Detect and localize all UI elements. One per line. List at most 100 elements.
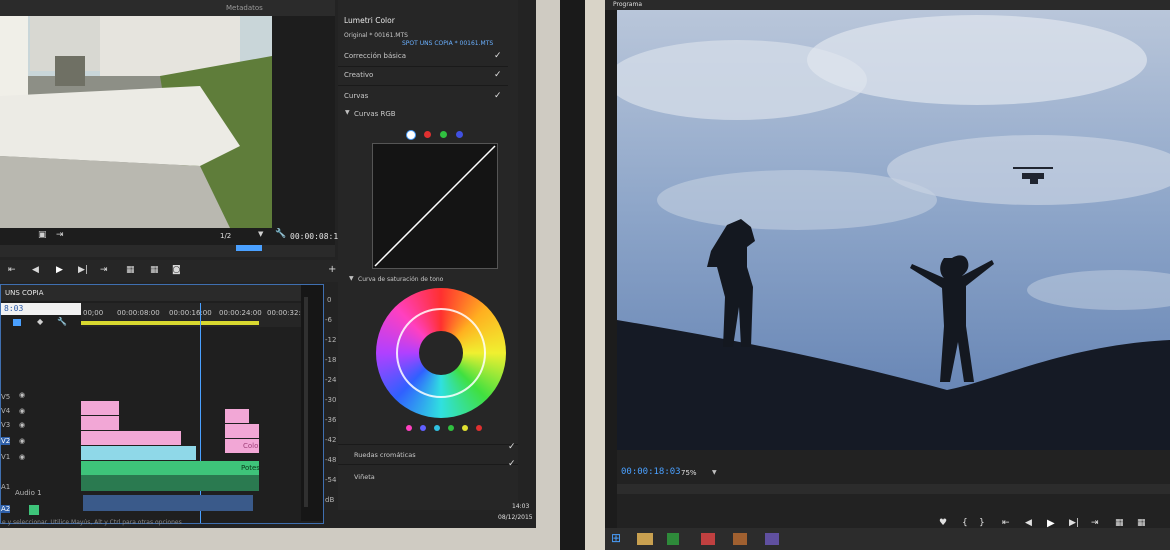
lumetri-target[interactable]: SPOT UNS COPIA * 00161.MTS	[402, 40, 493, 47]
eye-icon[interactable]: ◉	[19, 453, 25, 461]
source-scrub-bar[interactable]	[0, 245, 335, 257]
step-back-icon[interactable]: ⇤	[8, 265, 16, 275]
program-scrub-bar[interactable]	[617, 484, 1170, 494]
meter-tick: dB	[325, 496, 335, 504]
windows-start-icon[interactable]: ⊞	[611, 531, 621, 545]
wheel-color-dot[interactable]	[406, 425, 412, 431]
track-label[interactable]: A2	[1, 505, 11, 513]
eye-icon[interactable]: ◉	[19, 437, 25, 445]
work-area-bar[interactable]	[81, 321, 259, 325]
clip[interactable]: Colo	[225, 439, 259, 453]
audio-clip[interactable]	[81, 475, 259, 491]
section-creative[interactable]: Creativo ✓	[338, 67, 508, 86]
lumetri-source[interactable]: Original * 00161.MTS	[344, 32, 408, 39]
taskbar-app-icon[interactable]	[701, 533, 715, 545]
go-to-in-icon[interactable]: ⇤	[1002, 518, 1010, 528]
clip[interactable]	[81, 416, 119, 430]
section-curves[interactable]: Curvas ✓	[338, 88, 508, 106]
program-zoom[interactable]: 75%	[681, 469, 697, 477]
chevron-down-icon[interactable]: ▼	[345, 109, 350, 116]
clip[interactable]	[225, 409, 249, 423]
channel-blue[interactable]	[456, 131, 463, 138]
eye-icon[interactable]: ◉	[19, 421, 25, 429]
checkmark-icon[interactable]: ✓	[508, 459, 516, 469]
taskbar-app-icon[interactable]	[765, 533, 779, 545]
chevron-down-icon[interactable]: ▼	[349, 275, 354, 282]
lift-icon[interactable]: ▦	[1115, 518, 1124, 528]
track-label[interactable]: A1	[1, 483, 10, 491]
extract-icon[interactable]: ▦	[1137, 518, 1146, 528]
section-basic-correction[interactable]: Corrección básica ✓	[338, 48, 508, 67]
channel-red[interactable]	[424, 131, 431, 138]
lumetri-title[interactable]: Lumetri Color	[344, 16, 395, 25]
checkmark-icon[interactable]: ✓	[508, 442, 516, 452]
clip[interactable]	[81, 431, 181, 445]
track-label[interactable]: V4	[1, 407, 10, 415]
timeline-ruler[interactable]: 00;00 00:00:08:00 00:00:16:00 00:00:24:0…	[81, 303, 321, 327]
mark-in-icon[interactable]: {	[962, 518, 968, 528]
section-vignette[interactable]: Viñeta ✓	[338, 459, 518, 485]
track-label[interactable]: V1	[1, 453, 10, 461]
rgb-curves-label[interactable]: Curvas RGB	[354, 110, 396, 118]
play-icon[interactable]: ▶	[56, 265, 63, 275]
insert-icon[interactable]: ▦	[126, 265, 135, 275]
rewind-icon[interactable]: ◀	[32, 265, 39, 275]
solo-toggle[interactable]	[29, 505, 39, 515]
taskbar-app-icon[interactable]	[637, 533, 653, 545]
wrench-icon[interactable]: 🔧	[57, 317, 67, 326]
track-label[interactable]: V5	[1, 393, 10, 401]
go-to-out-icon[interactable]: ⇥	[1091, 518, 1099, 528]
section-label: Curvas	[344, 92, 369, 100]
rgb-curve-graph[interactable]	[372, 143, 498, 269]
clip[interactable]: Potes	[81, 461, 260, 475]
marker-icon[interactable]: ♥	[939, 518, 947, 528]
clip-label: Potes	[241, 464, 260, 472]
wheel-color-dot[interactable]	[434, 425, 440, 431]
timecode-box[interactable]: 8:03	[1, 303, 81, 315]
forward-icon[interactable]: ▶|	[78, 265, 88, 275]
checkmark-icon[interactable]: ✓	[494, 91, 502, 101]
track-label[interactable]: V3	[1, 421, 10, 429]
step-forward-icon[interactable]: ⇥	[100, 265, 108, 275]
section-color-wheels[interactable]: Ruedas cromáticas ✓	[338, 442, 518, 463]
eye-icon[interactable]: ◉	[19, 407, 25, 415]
wrench-icon[interactable]: 🔧	[275, 229, 286, 239]
overwrite-icon[interactable]: ▦	[150, 265, 159, 275]
snap-icon[interactable]	[13, 319, 21, 326]
source-zoom[interactable]: 1/2	[220, 232, 231, 240]
marker-icon[interactable]: ◆	[37, 317, 43, 326]
chevron-down-icon[interactable]: ▼	[712, 469, 717, 476]
mark-out-icon[interactable]: }	[979, 518, 985, 528]
taskbar-app-icon[interactable]	[667, 533, 679, 545]
camera-icon[interactable]: ▣	[38, 230, 47, 240]
channel-white[interactable]	[406, 130, 416, 140]
wheel-color-dot[interactable]	[420, 425, 426, 431]
taskbar-app-icon[interactable]	[733, 533, 747, 545]
add-icon[interactable]: +	[328, 264, 336, 275]
wheel-color-dot[interactable]	[462, 425, 468, 431]
source-timecode: 00:00:08:16	[290, 232, 343, 241]
chevron-down-icon[interactable]: ▼	[258, 230, 263, 238]
clip[interactable]	[225, 424, 259, 438]
wheel-color-dot[interactable]	[448, 425, 454, 431]
program-title[interactable]: Programa	[613, 1, 642, 8]
track-label[interactable]: V2	[1, 437, 11, 445]
hue-sat-curve-label[interactable]: Curva de saturación de tono	[358, 276, 443, 283]
hue-saturation-wheel[interactable]	[376, 288, 506, 418]
sequence-name[interactable]: UNS COPIA	[5, 289, 44, 297]
step-back-icon[interactable]: ◀	[1025, 518, 1032, 528]
eye-icon[interactable]: ◉	[19, 391, 25, 399]
taskbar-clock[interactable]: 14:03 08/12/2015	[480, 500, 535, 526]
timeline-panel: UNS COPIA 8:03 00;00 00:00:08:00 00:00:1…	[0, 284, 324, 524]
channel-green[interactable]	[440, 131, 447, 138]
clip[interactable]	[81, 401, 119, 415]
checkmark-icon[interactable]: ✓	[494, 51, 502, 61]
step-forward-icon[interactable]: ▶|	[1069, 518, 1079, 528]
settings-icon[interactable]: ⇥	[56, 230, 64, 240]
audio-clip[interactable]	[83, 495, 253, 511]
clip[interactable]	[81, 446, 196, 460]
wheel-color-dot[interactable]	[476, 425, 482, 431]
metadata-tab[interactable]: Metadatos	[226, 4, 263, 12]
export-frame-icon[interactable]: ◙	[172, 265, 181, 275]
checkmark-icon[interactable]: ✓	[494, 70, 502, 80]
